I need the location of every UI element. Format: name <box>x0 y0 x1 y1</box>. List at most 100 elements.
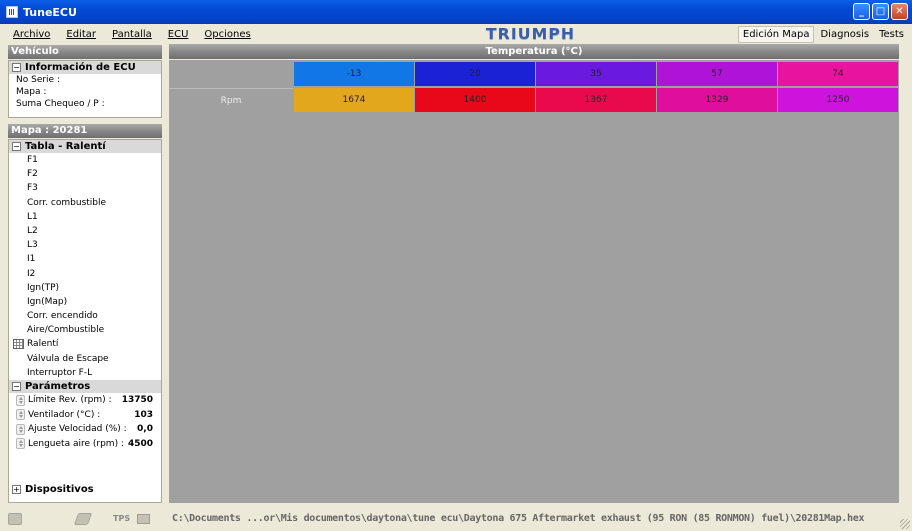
map-tree: F1 F2 F3 Corr. combustible L1 L2 L3 I1 I2 Ign(TP)… <box>9 153 161 380</box>
table-group[interactable]: − Tabla - Ralentí <box>9 140 161 153</box>
view-tabs: Edición Mapa Diagnosis Tests <box>737 24 908 44</box>
minimize-button[interactable]: _ <box>853 3 870 20</box>
map-tree-item[interactable]: L3 <box>9 238 161 252</box>
param-value[interactable]: 103 <box>134 408 153 422</box>
params-group[interactable]: − Parámetros <box>9 380 161 393</box>
map-tree-item-label: I1 <box>27 254 36 265</box>
map-tree-item-label: F3 <box>27 183 38 194</box>
triumph-logo: TRIUMPH <box>485 25 576 43</box>
serial-field: No Serie : <box>16 75 60 85</box>
map-tree-item-label: Válvula de Escape <box>27 353 109 364</box>
resize-grip-icon[interactable] <box>900 519 910 529</box>
ecu-info-label: Información de ECU <box>25 62 136 73</box>
temperature-cell[interactable]: 57 <box>657 62 777 86</box>
maximize-button[interactable]: □ <box>872 3 889 20</box>
file-path: C:\Documents ...or\Mis documentos\dayton… <box>172 513 865 524</box>
map-tree-item[interactable]: Ralentí <box>9 337 161 351</box>
tps-indicator <box>137 514 150 524</box>
param-row: Ajuste Velocidad (%) : 0,0 <box>9 422 161 437</box>
collapse-icon[interactable]: − <box>12 382 21 391</box>
map-tree-item-label: I2 <box>27 268 36 279</box>
map-tree-item[interactable]: L2 <box>9 224 161 238</box>
spinner-icon[interactable] <box>16 423 25 435</box>
param-row: Límite Rev. (rpm) : 13750 <box>9 393 161 408</box>
map-tree-item-label: L3 <box>27 240 38 251</box>
map-tree-item[interactable]: Corr. combustible <box>9 196 161 210</box>
vehicle-panel: − Información de ECU No Serie : Mapa : S… <box>8 60 162 118</box>
params-group-label: Parámetros <box>25 381 91 392</box>
map-tree-item-label: Ign(TP) <box>27 282 60 293</box>
app-icon <box>6 6 18 18</box>
param-value[interactable]: 0,0 <box>137 422 153 436</box>
menu-ecu[interactable]: ECU <box>168 29 189 40</box>
map-tree-item[interactable]: F3 <box>9 181 161 195</box>
map-tree-item-label: F2 <box>27 169 38 180</box>
corner-cell <box>169 62 293 86</box>
map-tree-item[interactable]: Ign(Map) <box>9 295 161 309</box>
table-icon <box>13 339 24 350</box>
temperature-cell[interactable]: 35 <box>536 62 656 86</box>
map-tree-item-label: F1 <box>27 155 38 165</box>
map-tree-item[interactable]: I2 <box>9 267 161 281</box>
rpm-cell[interactable]: 1674 <box>294 88 414 112</box>
map-tree-item-label: Aire/Combustible <box>27 325 105 336</box>
map-tree-item-label: L1 <box>27 211 38 222</box>
map-tree-item[interactable]: Ign(TP) <box>9 281 161 295</box>
connection-icon <box>8 513 22 525</box>
collapse-icon[interactable]: − <box>12 142 21 151</box>
minimize-icon: _ <box>859 5 864 17</box>
vehicle-header: Vehículo <box>8 45 162 59</box>
menu-opciones[interactable]: Opciones <box>204 29 250 40</box>
temperature-cell[interactable]: 74 <box>778 62 898 86</box>
devices-group[interactable]: + Dispositivos <box>9 483 161 496</box>
map-grid: Rpm -13 20 35 57 74 1674 1400 1367 1329 1250 <box>169 60 899 503</box>
spinner-icon[interactable] <box>16 394 25 406</box>
map-tree-item[interactable]: L1 <box>9 210 161 224</box>
rpm-cell[interactable]: 1367 <box>536 88 656 112</box>
menu-archivo[interactable]: Archivo <box>13 29 50 40</box>
rpm-row-label: Rpm <box>169 88 293 112</box>
map-tree-item-label: Corr. encendido <box>27 311 98 322</box>
tab-diagnosis[interactable]: Diagnosis <box>816 27 873 42</box>
map-tree-item[interactable]: Interruptor F-L <box>9 366 161 380</box>
map-tree-item-label: Interruptor F-L <box>27 367 93 378</box>
param-value[interactable]: 4500 <box>128 437 153 451</box>
tps-label: TPS <box>113 514 131 523</box>
rpm-cell[interactable]: 1329 <box>657 88 777 112</box>
close-button[interactable]: ✕ <box>891 3 908 20</box>
rpm-cell[interactable]: 1250 <box>778 88 898 112</box>
spinner-icon[interactable] <box>16 409 25 421</box>
map-header: Mapa : 20281 <box>8 124 162 138</box>
map-tree-item[interactable]: F1 <box>9 153 161 167</box>
param-value[interactable]: 13750 <box>122 393 153 407</box>
collapse-icon[interactable]: − <box>12 63 21 72</box>
ecu-info-group[interactable]: − Información de ECU <box>9 61 161 74</box>
rpm-cell[interactable]: 1400 <box>415 88 535 112</box>
map-tree-item[interactable]: I1 <box>9 252 161 266</box>
map-tree-item-label: Ralentí <box>27 339 59 350</box>
checksum-field: Suma Chequeo / P : <box>16 99 105 109</box>
maximize-icon: □ <box>875 5 886 17</box>
expand-icon[interactable]: + <box>12 485 21 494</box>
map-tree-item[interactable]: Aire/Combustible <box>9 323 161 337</box>
param-label: Ajuste Velocidad (%) : <box>28 424 127 435</box>
menu-editar[interactable]: Editar <box>66 29 96 40</box>
temperature-cell[interactable]: -13 <box>294 62 414 86</box>
window-controls: _ □ ✕ <box>853 3 908 20</box>
tab-edicion-mapa[interactable]: Edición Mapa <box>737 25 815 43</box>
temperature-cell[interactable]: 20 <box>415 62 535 86</box>
map-tree-item[interactable]: Válvula de Escape <box>9 352 161 366</box>
temperature-header: Temperatura (°C) <box>169 44 899 59</box>
spinner-icon[interactable] <box>16 438 25 450</box>
window-title: TuneECU <box>23 5 77 19</box>
map-tree-item[interactable]: Corr. encendido <box>9 309 161 323</box>
link-icon <box>73 513 93 525</box>
map-field: Mapa : <box>16 87 47 97</box>
menu-pantalla[interactable]: Pantalla <box>112 29 152 40</box>
map-tree-item[interactable]: F2 <box>9 167 161 181</box>
tab-tests[interactable]: Tests <box>875 27 908 42</box>
map-tree-item-label: L2 <box>27 225 38 236</box>
param-label: Límite Rev. (rpm) : <box>28 395 112 406</box>
status-bar: TPS C:\Documents ...or\Mis documentos\da… <box>0 510 912 531</box>
close-icon: ✕ <box>895 5 904 17</box>
